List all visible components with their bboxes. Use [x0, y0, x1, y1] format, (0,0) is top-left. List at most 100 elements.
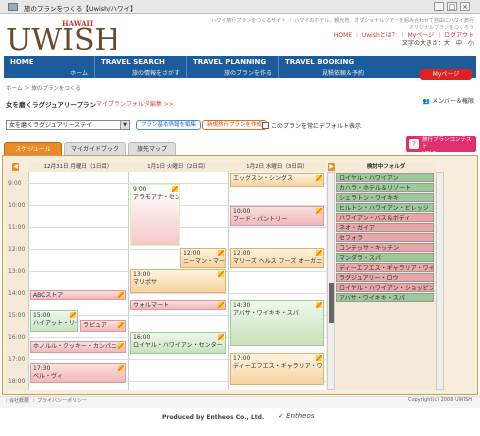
nav-travel-booking[interactable]: TRAVEL BOOKING 見積依頼＆予約	[278, 56, 370, 78]
pencil-icon[interactable]	[118, 343, 124, 349]
folder-item[interactable]: ディーエフエス・ギャラリア・ワイキ	[336, 263, 434, 272]
event-label: ディーエフエス・ギャラリア・ワイキキ	[233, 363, 323, 370]
plan-contest-banner[interactable]: ? 旅行プランコンテスト HELP	[406, 136, 476, 157]
event-time: 16:00	[133, 334, 151, 341]
folder-item[interactable]: ロイヤル・ハワイアン・ショッピング	[336, 283, 434, 292]
schedule-event[interactable]: ABCストア	[30, 290, 126, 300]
pencil-icon[interactable]	[316, 302, 322, 308]
contest-line1: 旅行プランコンテスト	[422, 137, 472, 150]
folder-item[interactable]: セフォラ	[336, 233, 434, 242]
schedule-event[interactable]: 9:00 アラモアナ・センター	[130, 184, 180, 246]
maximize-icon[interactable]: □	[447, 2, 457, 11]
event-time: 15:00	[33, 312, 51, 319]
help-icon: ?	[409, 139, 419, 149]
schedule-event[interactable]: 16:00 ロイヤル・ハワイアン・センター	[130, 332, 226, 354]
event-label: ニーマン・マーカス	[183, 258, 226, 265]
pencil-icon[interactable]	[316, 175, 322, 181]
default-display-checkbox[interactable]	[262, 122, 269, 129]
folder-item[interactable]: シェラトン・ワイキキ	[336, 193, 434, 202]
pencil-icon[interactable]	[218, 271, 224, 277]
event-time: 17:00	[233, 355, 251, 362]
nav-travel-search[interactable]: TRAVEL SEARCH 旅の情報をさがす	[94, 56, 186, 78]
pencil-icon[interactable]	[118, 365, 124, 371]
member-permissions-link[interactable]: 👥 メンバー＆権限	[423, 96, 474, 105]
header-top-links[interactable]: ハワイ旅行プランをつくるサイト ｜ ハワイのホテル、観光地、オプショナルツアーを…	[211, 17, 474, 24]
pencil-icon[interactable]	[316, 250, 322, 256]
folder-item[interactable]: マンダラ・スパ	[336, 253, 434, 262]
new-plan-button[interactable]: 新規旅行プランを作成	[202, 120, 268, 130]
schedule-event[interactable]: 12:00 マリーズ ヘルス フーズ オーガニック	[230, 248, 324, 268]
pencil-icon[interactable]	[172, 186, 178, 192]
schedule-event[interactable]: 17:00 ディーエフエス・ギャラリア・ワイキキ	[230, 353, 324, 385]
event-label: アラモアナ・センター	[133, 194, 179, 201]
schedule-event[interactable]: 12:00 ニーマン・マーカス	[180, 248, 226, 268]
pencil-icon[interactable]	[218, 334, 224, 340]
pencil-icon[interactable]	[316, 355, 322, 361]
time-label: 9:00	[8, 180, 22, 187]
minimize-icon[interactable]: _	[434, 2, 444, 11]
pencil-icon[interactable]	[118, 292, 124, 298]
folder-item[interactable]: アバサ・ワイキキ・スパ	[336, 293, 434, 302]
schedule-event[interactable]: 13:00 マリポサ	[130, 269, 226, 293]
schedule-event[interactable]: ウォルマート	[130, 300, 226, 310]
close-icon[interactable]: ×	[460, 2, 470, 11]
time-label: 17:00	[8, 356, 26, 363]
schedule-event[interactable]: 17:30 ベル・ヴィ	[30, 363, 126, 383]
folder-item[interactable]: コンテッサ・キッチン	[336, 243, 434, 252]
folder-item[interactable]: ネオ・ガイア	[336, 223, 434, 232]
uwish-logo[interactable]: HAWAII UWISH	[4, 18, 121, 58]
logo-main-text: UWISH	[6, 23, 116, 54]
time-label: 14:00	[8, 290, 26, 297]
folder-item[interactable]: ヒルトン・ハワイアン・ビレッジ	[336, 203, 434, 212]
nav-home[interactable]: HOME ホーム	[4, 56, 94, 78]
pencil-icon[interactable]	[70, 312, 76, 318]
schedule-event[interactable]: ラピュア	[80, 320, 126, 332]
entheos-logo[interactable]: ✓ Entheos	[278, 412, 314, 420]
window-title: 旅のプランをつくる【Uwish/ハワイ】	[24, 5, 137, 13]
tab-destination-map[interactable]: 旅先マップ	[128, 142, 176, 156]
pencil-icon[interactable]	[218, 302, 224, 308]
folder-item[interactable]: ラグジュアリー・ロウ	[336, 273, 434, 282]
font-size-switcher[interactable]: 文字の大きさ：大 中 小	[402, 38, 474, 47]
tab-my-guidebook[interactable]: マイガイドブック	[64, 142, 126, 156]
folder-item[interactable]: カハラ・ホテル＆リゾート	[336, 183, 434, 192]
folder-edit-link[interactable]: マイプランフォルダ編集 >>	[96, 99, 174, 108]
entheos-text: Entheos	[286, 412, 315, 420]
schedule-event[interactable]: ホノルル・クッキー・カンパニー	[30, 341, 126, 353]
pencil-icon[interactable]	[118, 322, 124, 328]
folder-item[interactable]: ハワイアン・バス＆ボディ	[336, 213, 434, 222]
schedule-event[interactable]: 14:30 アバサ・ワイキキ・スパ	[230, 300, 324, 346]
schedule-event[interactable]: 10:00 フード・パントリー	[230, 206, 324, 226]
nav-home-en: HOME	[10, 58, 34, 66]
time-label: 10:00	[8, 202, 26, 209]
window-title-bar: 旅のプランをつくる【Uwish/ハワイ】 _ □ ×	[0, 0, 480, 14]
entheos-mark-icon: ✓	[278, 412, 287, 420]
schedule-scrollbar[interactable]	[327, 172, 335, 390]
edit-plan-info-button[interactable]: プラン基本情報を編集	[136, 120, 202, 130]
next-day-arrow[interactable]: ▶	[328, 163, 335, 171]
nav-planning-jp: 旅のプランを作る	[223, 70, 272, 77]
schedule-event[interactable]: エッグスン・シングス	[230, 173, 324, 187]
event-time: 12:00	[183, 250, 201, 257]
scrollbar-thumb[interactable]	[329, 283, 334, 323]
pencil-icon[interactable]	[316, 208, 322, 214]
plan-title: 女を磨くラグジュアリープラン	[6, 101, 97, 109]
prev-day-arrow[interactable]: ◀	[12, 163, 19, 171]
pencil-icon[interactable]	[218, 250, 224, 256]
schedule-event[interactable]: 15:00 ハイアット・リージェンシー	[30, 310, 78, 332]
mypage-button[interactable]: Myページ	[420, 69, 472, 80]
event-label: エッグスン・シングス	[233, 175, 294, 182]
plan-select[interactable]: 女を磨くラグジュアリーステイ ▼	[6, 120, 130, 130]
folder-item[interactable]: ロイヤル・ハワイアン	[336, 173, 434, 182]
event-time: 9:00	[133, 186, 147, 193]
nav-search-jp: 旅の情報をさがす	[131, 70, 180, 77]
nav-travel-planning[interactable]: TRAVEL PLANNING 旅のプランを作る	[186, 56, 278, 78]
nav-booking-en: TRAVEL BOOKING	[285, 58, 355, 66]
footer-links[interactable]: ｜会社概要 ｜ プライバシーポリシー	[4, 397, 87, 404]
event-label: ラピュア	[83, 322, 107, 329]
plan-select-value: 女を磨くラグジュアリーステイ	[9, 122, 93, 129]
folder-scrollbar[interactable]	[436, 172, 444, 390]
tab-schedule[interactable]: スケジュール	[4, 142, 62, 156]
chevron-down-icon: ▼	[120, 121, 129, 129]
breadcrumb[interactable]: ホーム ＞ 旅のプランをつくる	[6, 84, 81, 92]
